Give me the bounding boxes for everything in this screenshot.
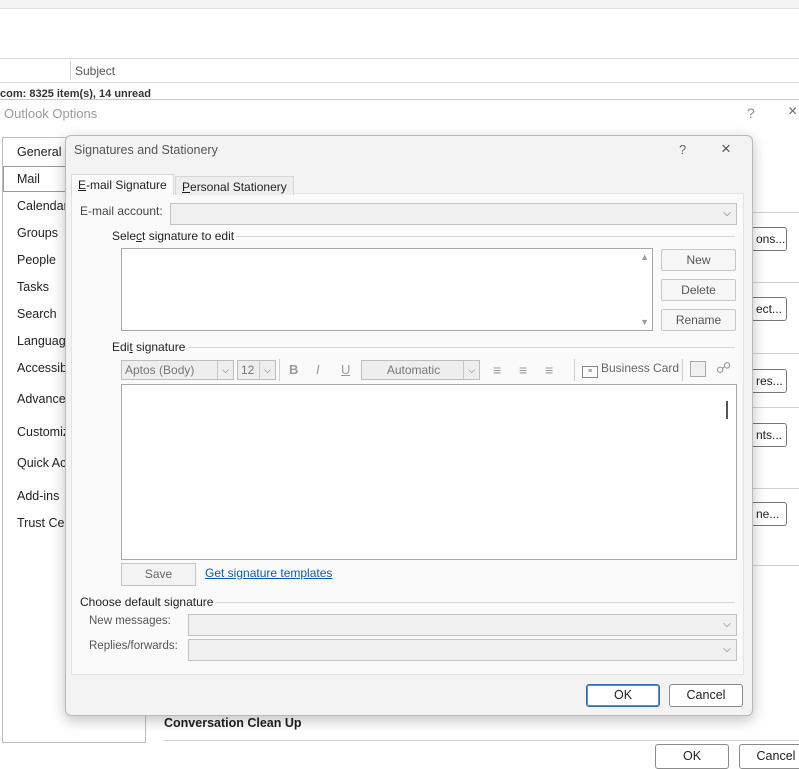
conversation-clean-up-heading: Conversation Clean Up <box>164 716 302 730</box>
tab-accel: E <box>78 178 87 192</box>
group-divider <box>216 602 735 603</box>
get-signature-templates-link[interactable]: Get signature templates <box>205 566 332 580</box>
font-size-dropdown[interactable]: 12 ⌵ <box>237 360 276 380</box>
group-divider <box>188 347 735 348</box>
section-divider <box>751 212 799 213</box>
insert-picture-icon[interactable] <box>690 361 706 377</box>
align-right-icon[interactable]: ≡ <box>545 362 553 378</box>
options-side-button-2[interactable]: ect... <box>751 297 787 321</box>
replies-forwards-label: Replies/forwards: <box>89 640 178 652</box>
new-messages-label: New messages: <box>89 615 171 627</box>
label-part: Sele <box>112 229 137 243</box>
business-card-icon: ≡ <box>582 366 598 378</box>
chevron-down-icon: ⌵ <box>259 361 275 379</box>
font-color-value: Automatic <box>386 363 441 377</box>
chevron-down-icon: ⌵ <box>463 361 479 379</box>
section-divider <box>751 282 799 283</box>
font-color-dropdown[interactable]: Automatic ⌵ <box>361 360 480 380</box>
signatures-dialog-title: Signatures and Stationery <box>74 143 218 157</box>
section-divider <box>751 565 799 566</box>
delete-signature-button[interactable]: Delete <box>661 279 736 301</box>
section-divider <box>751 353 799 354</box>
options-help-button[interactable]: ? <box>747 105 755 121</box>
insert-hyperlink-icon[interactable]: ☍ <box>716 359 731 377</box>
business-card-button[interactable]: ≡ Business Card <box>582 361 679 378</box>
rename-signature-button[interactable]: Rename <box>661 309 736 331</box>
underline-icon[interactable]: U <box>341 362 350 377</box>
email-account-label: E-mail account: <box>80 204 163 218</box>
signatures-cancel-button[interactable]: Cancel <box>669 684 743 707</box>
nav-item-calendar[interactable]: Calendar <box>17 199 68 213</box>
options-side-button-3[interactable]: res... <box>751 369 787 393</box>
label-part: Edi <box>112 340 130 354</box>
message-list-header: Subject <box>0 58 799 83</box>
nav-item-search[interactable]: Search <box>17 307 57 321</box>
nav-item-tasks[interactable]: Tasks <box>17 280 49 294</box>
chevron-down-icon: ⌵ <box>217 361 233 379</box>
tab-personal-stationery[interactable]: Personal Stationery <box>175 176 294 195</box>
scroll-up-icon[interactable]: ▲ <box>640 252 649 262</box>
nav-item-trust-center[interactable]: Trust Cen <box>17 516 71 530</box>
options-side-button-1[interactable]: ons... <box>751 227 787 251</box>
label-part: t signature to edit <box>142 229 235 243</box>
bold-icon[interactable]: B <box>289 362 298 377</box>
toolbar-separator <box>574 359 575 381</box>
nav-item-add-ins[interactable]: Add-ins <box>17 489 59 503</box>
label-part: signature <box>132 340 186 354</box>
column-separator[interactable] <box>70 61 71 80</box>
tab-email-signature[interactable]: E-mail Signature <box>71 174 174 195</box>
nav-item-groups[interactable]: Groups <box>17 226 58 240</box>
font-name-dropdown[interactable]: Aptos (Body) ⌵ <box>121 360 234 380</box>
scroll-down-icon[interactable]: ▼ <box>640 317 649 327</box>
options-cancel-button[interactable]: Cancel <box>739 744 799 769</box>
tab-label: ersonal Stationery <box>190 180 287 194</box>
options-close-button[interactable]: × <box>788 103 797 121</box>
signatures-close-button[interactable]: × <box>721 139 731 159</box>
select-signature-label: Select signature to edit <box>112 229 234 243</box>
nav-item-customize-ribbon[interactable]: Customiz <box>17 425 69 439</box>
signature-list[interactable]: ▲ ▼ <box>121 248 653 331</box>
signature-editor[interactable] <box>121 384 737 560</box>
subject-column-header[interactable]: Subject <box>75 64 115 78</box>
options-dialog-title: Outlook Options <box>4 106 98 121</box>
nav-item-accessibility[interactable]: Accessibi <box>17 361 70 375</box>
group-divider <box>236 236 735 237</box>
options-side-button-4[interactable]: nts... <box>751 423 787 447</box>
nav-item-general[interactable]: General <box>17 145 61 159</box>
font-size-value: 12 <box>241 363 255 377</box>
section-divider <box>164 740 799 741</box>
new-signature-button[interactable]: New <box>661 249 736 271</box>
toolbar-separator <box>279 359 280 381</box>
options-side-button-5[interactable]: ne... <box>751 502 787 526</box>
signatures-help-button[interactable]: ? <box>679 142 686 157</box>
nav-item-mail[interactable]: Mail <box>17 172 40 186</box>
toolbar-separator <box>682 359 683 381</box>
nav-item-quick-access[interactable]: Quick Ac <box>17 456 66 470</box>
new-messages-dropdown[interactable]: ⌵ <box>188 614 737 636</box>
signatures-ok-button[interactable]: OK <box>586 684 660 707</box>
choose-default-signature-label: Choose default signature <box>80 595 214 609</box>
section-divider <box>751 407 799 408</box>
business-card-label: Business Card <box>601 361 680 375</box>
edit-signature-label: Edit signature <box>112 340 185 354</box>
email-account-dropdown[interactable]: ⌵ <box>170 203 737 225</box>
chevron-down-icon: ⌵ <box>723 644 731 655</box>
scrollbar-thumb[interactable] <box>726 401 728 419</box>
chevron-down-icon: ⌵ <box>723 208 731 219</box>
section-divider <box>751 488 799 489</box>
chevron-down-icon: ⌵ <box>723 619 731 630</box>
options-ok-button[interactable]: OK <box>655 744 729 769</box>
font-name-value: Aptos (Body) <box>125 363 195 377</box>
tab-label: -mail Signature <box>86 178 167 192</box>
align-left-icon[interactable]: ≡ <box>493 362 501 378</box>
align-center-icon[interactable]: ≡ <box>519 362 527 378</box>
replies-forwards-dropdown[interactable]: ⌵ <box>188 639 737 661</box>
italic-icon[interactable]: I <box>316 362 320 377</box>
save-signature-button[interactable]: Save <box>121 563 196 586</box>
nav-item-people[interactable]: People <box>17 253 56 267</box>
tab-accel: P <box>182 180 191 194</box>
title-bar-strip <box>0 0 799 9</box>
